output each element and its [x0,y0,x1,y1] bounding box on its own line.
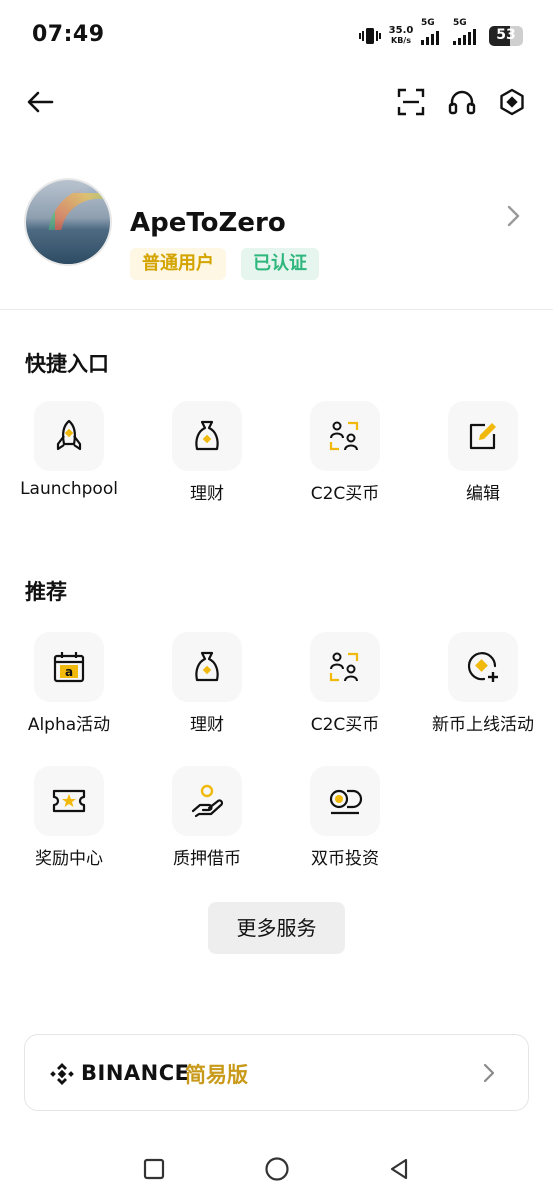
tile [34,766,104,836]
back-arrow-icon [27,91,54,113]
dual-coin-icon [329,789,363,815]
settings-button[interactable] [492,78,532,126]
back-button[interactable] [20,78,60,126]
quick-access-title: 快捷入口 [25,352,109,376]
tile [310,766,380,836]
clock: 07:49 [32,22,105,47]
circle-icon [265,1157,289,1181]
quick-item-wealth[interactable]: 理财 [138,401,276,504]
tile [310,632,380,702]
home-button[interactable] [262,1154,292,1184]
reward-ticket-icon [52,789,86,813]
edit-icon [469,423,496,450]
tile [310,401,380,471]
scan-icon [397,88,425,116]
quick-item-launchpool[interactable]: Launchpool [0,401,138,499]
settings-hex-icon [500,88,524,116]
signal-icon: 5G [421,18,447,45]
headset-icon [448,90,476,115]
chevron-right-icon[interactable] [503,204,523,228]
tile [34,401,104,471]
battery-icon: 53 [489,26,523,46]
scan-button[interactable] [391,78,431,126]
status-icons: 35.0 KB/s 5G 5G 53 [359,18,523,50]
avatar[interactable] [24,178,112,266]
svg-text:a: a [65,665,73,679]
loan-hand-icon [191,784,224,818]
alpha-calendar-icon: a [53,652,85,683]
user-level-badge: 普通用户 [130,248,226,280]
triangle-back-icon [390,1158,408,1180]
money-bag-icon [195,651,219,682]
tile [172,632,242,702]
divider [0,309,553,310]
signal-icon: 5G [453,18,483,45]
quick-item-edit[interactable]: 编辑 [414,401,552,504]
recommend-item-loan[interactable]: 质押借币 [138,766,276,869]
back-nav-button[interactable] [384,1154,414,1184]
tile [448,401,518,471]
system-nav-bar [0,1140,553,1200]
recommend-item-new-listing[interactable]: 新币上线活动 [414,632,552,735]
money-bag-icon [195,420,219,451]
lite-mode-label: 简易版 [185,1063,248,1087]
rocket-icon [56,419,82,451]
c2c-users-icon [329,652,359,682]
support-button[interactable] [442,78,482,126]
binance-brand: BINANCE [81,1061,190,1085]
square-icon [143,1158,165,1180]
recommend-item-alpha[interactable]: a Alpha活动 [0,632,138,735]
net-speed: 35.0 KB/s [388,25,414,46]
c2c-users-icon [329,421,359,451]
more-services-button[interactable]: 更多服务 [208,902,345,954]
vibrate-icon [359,28,381,44]
tile: a [34,632,104,702]
recommend-item-c2c[interactable]: C2C买币 [276,632,414,735]
profile-header[interactable]: ApeToZero 普通用户 已认证 [0,170,553,290]
tile [172,401,242,471]
tile [172,766,242,836]
status-bar: 07:49 35.0 KB/s 5G 5G 53 [0,0,553,70]
username: ApeToZero [130,208,286,238]
quick-item-c2c[interactable]: C2C买币 [276,401,414,504]
new-coin-icon [467,652,498,682]
recommend-item-dual-investment[interactable]: 双币投资 [276,766,414,869]
binance-logo-icon [50,1063,74,1085]
verified-badge: 已认证 [241,248,319,280]
chevron-right-icon [483,1063,495,1083]
tile [448,632,518,702]
recommend-item-rewards[interactable]: 奖励中心 [0,766,138,869]
binance-lite-card[interactable]: BINANCE 简易版 [24,1034,529,1111]
recommend-item-wealth[interactable]: 理财 [138,632,276,735]
top-bar [0,78,553,130]
recommend-title: 推荐 [25,580,67,604]
recents-button[interactable] [139,1154,169,1184]
